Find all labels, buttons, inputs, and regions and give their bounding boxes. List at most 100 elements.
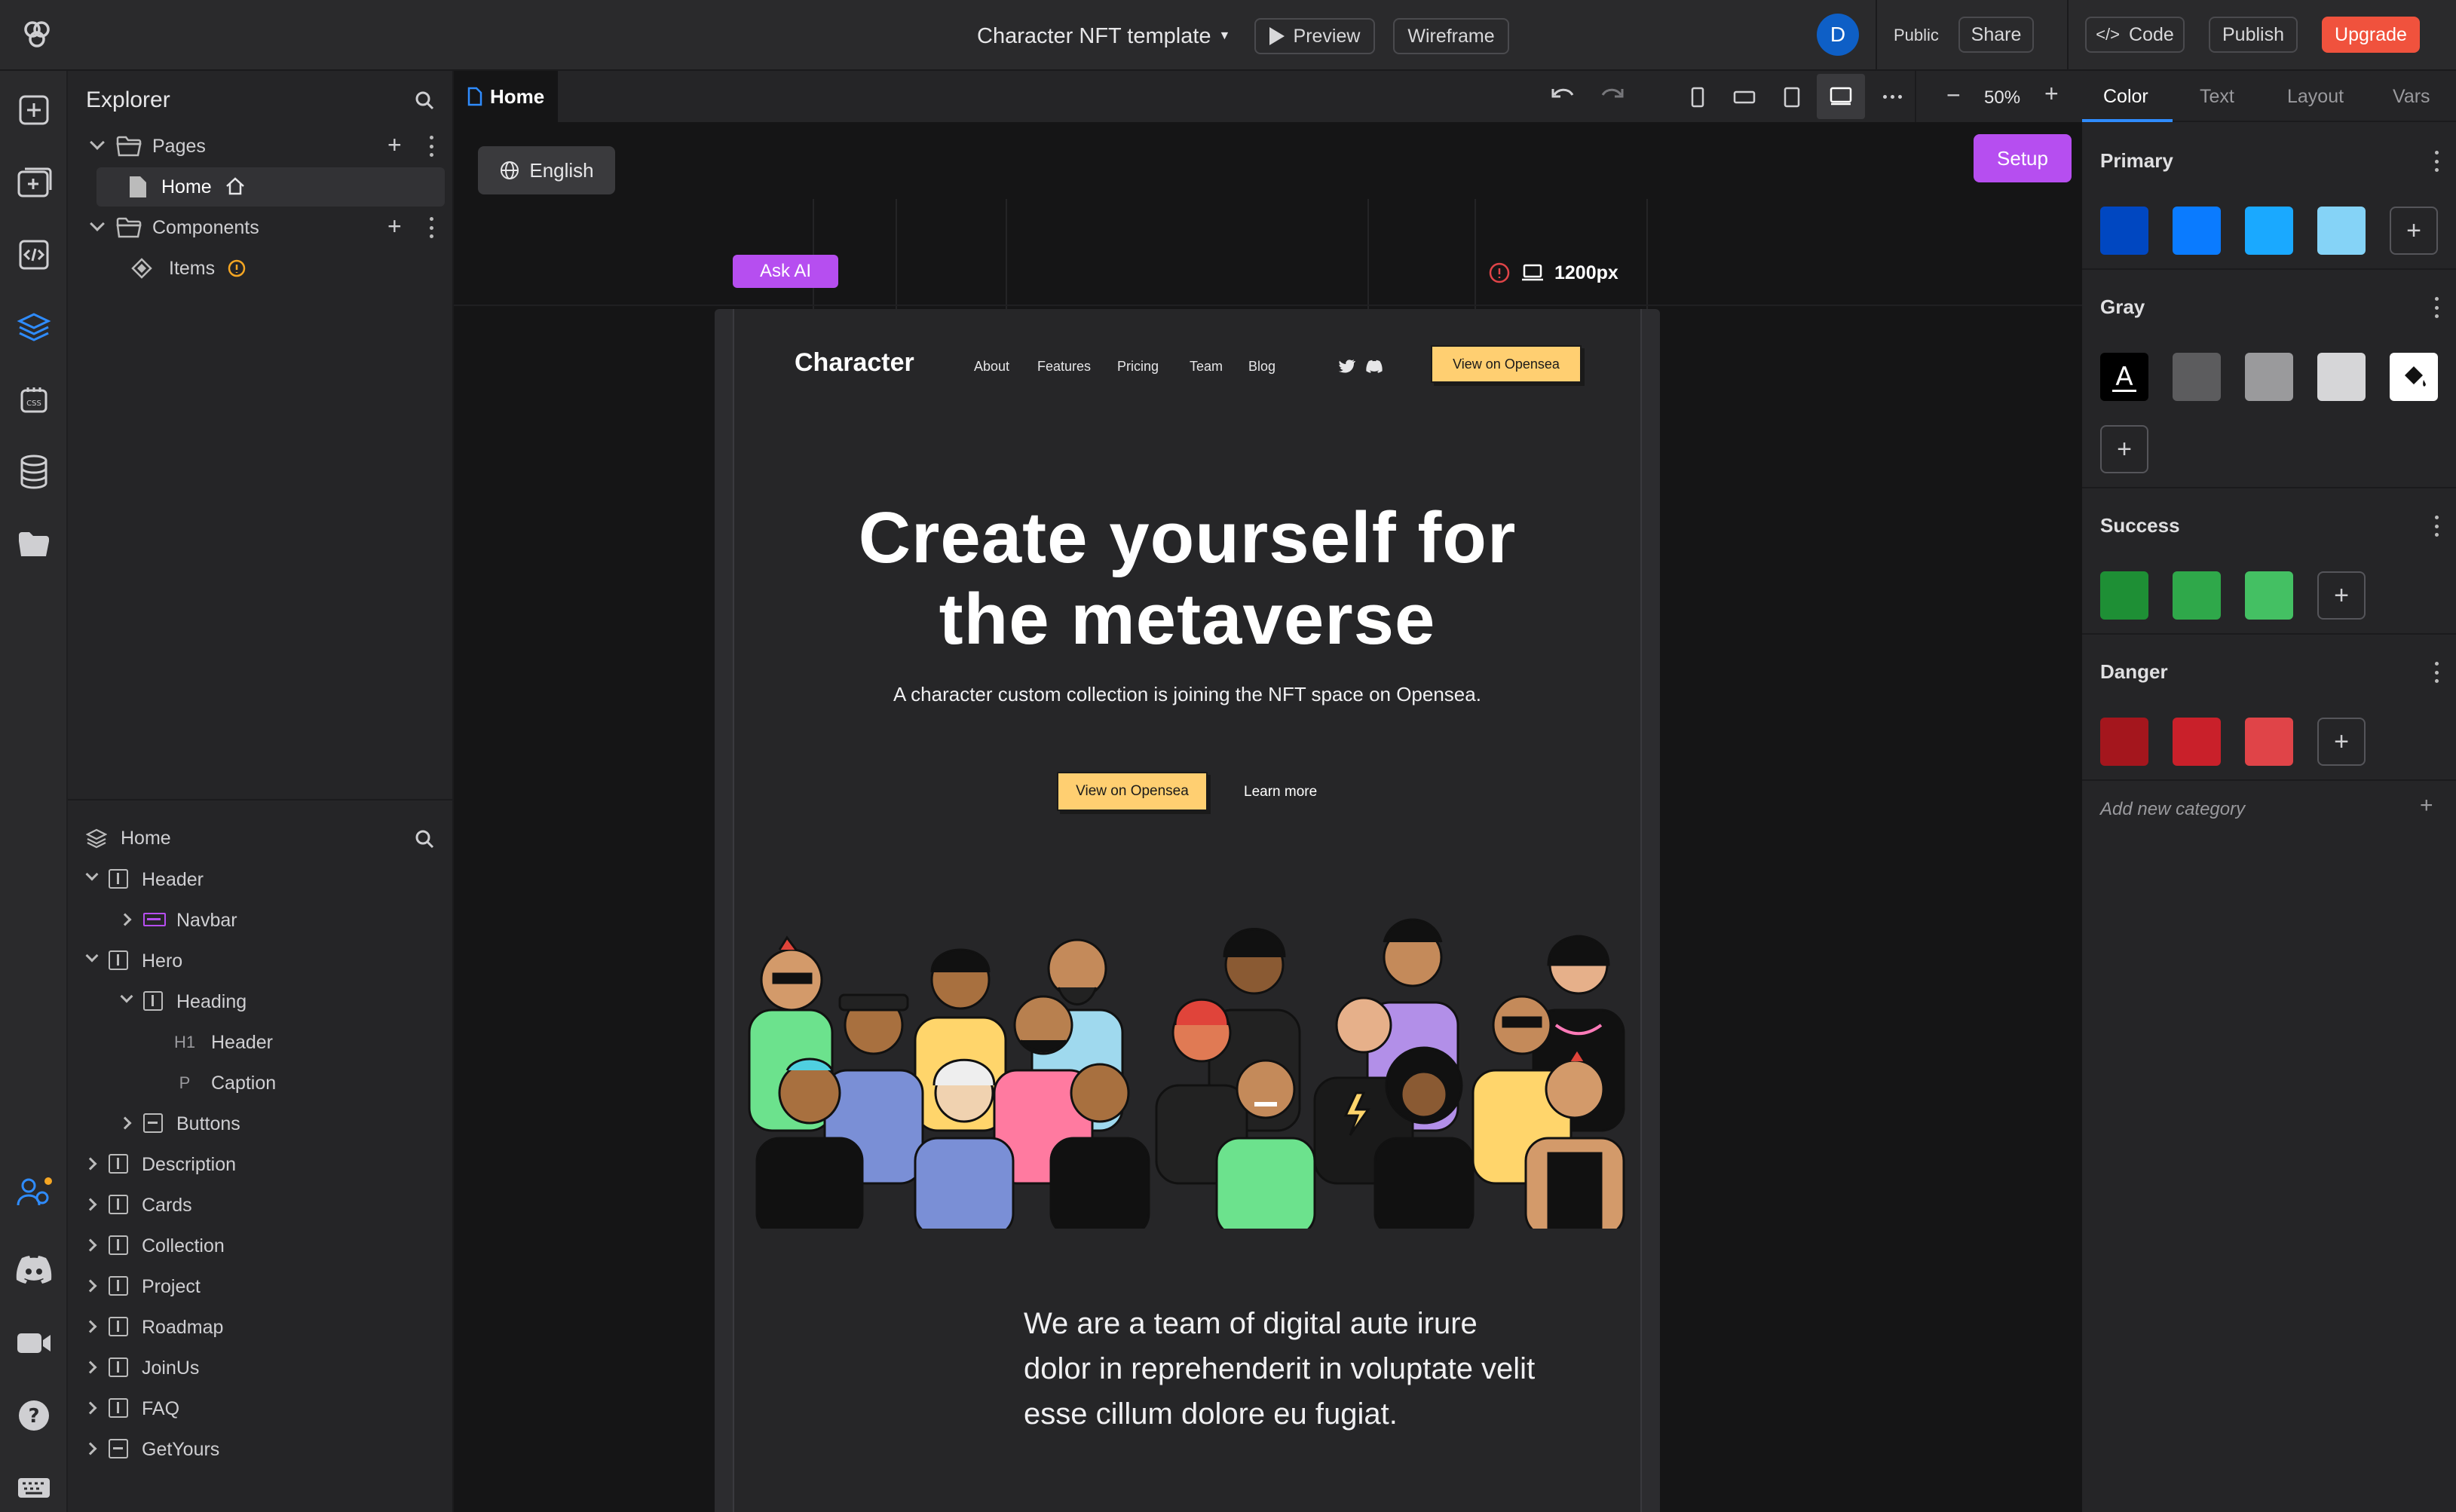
add-gray-color-button[interactable]: + (2100, 425, 2148, 473)
category-danger-menu-icon[interactable] (2433, 662, 2439, 683)
mobile-landscape-view-icon[interactable] (1732, 86, 1756, 109)
video-icon[interactable] (13, 1322, 55, 1364)
layer-row-header[interactable]: Header (68, 859, 454, 898)
desktop-view-icon[interactable] (1817, 74, 1865, 119)
add-element-icon[interactable] (13, 89, 55, 131)
more-options-icon[interactable] (428, 217, 434, 238)
layer-row-collection[interactable]: Collection (68, 1226, 454, 1265)
add-success-color-button[interactable]: + (2317, 571, 2366, 620)
visibility-label[interactable]: Public (1894, 26, 1939, 45)
site-nav-blog[interactable]: Blog (1248, 359, 1275, 375)
swatch-gray-4[interactable] (2317, 353, 2366, 401)
mobile-view-icon[interactable] (1689, 86, 1707, 109)
category-success-menu-icon[interactable] (2433, 516, 2439, 537)
tab-home[interactable]: Home (454, 71, 558, 122)
upgrade-button[interactable]: Upgrade (2322, 17, 2420, 53)
swatch-danger-3[interactable] (2245, 718, 2293, 766)
preview-button[interactable]: Preview (1254, 18, 1375, 54)
chevron-right-icon[interactable] (118, 1116, 132, 1130)
hero-secondary-button[interactable]: Learn more (1244, 784, 1317, 800)
search-icon[interactable] (413, 89, 436, 112)
css-icon[interactable]: CSS (13, 378, 55, 421)
layer-row-hero[interactable]: Hero (68, 941, 454, 980)
share-button[interactable]: Share (1958, 17, 2034, 53)
swatch-success-2[interactable] (2173, 571, 2221, 620)
ask-ai-button[interactable]: Ask AI (733, 255, 838, 288)
folder-icon[interactable] (13, 523, 55, 565)
language-button[interactable]: English (478, 146, 615, 194)
layer-row-roadmap[interactable]: Roadmap (68, 1307, 454, 1346)
zoom-out-button[interactable]: − (1946, 81, 1961, 109)
zoom-in-button[interactable]: + (2044, 80, 2059, 108)
chevron-right-icon[interactable] (84, 1238, 97, 1252)
add-component-plus-icon[interactable]: + (387, 213, 402, 240)
nav-cta-button[interactable]: View on Opensea (1431, 345, 1582, 383)
twitter-icon[interactable] (1339, 359, 1355, 374)
swatch-danger-2[interactable] (2173, 718, 2221, 766)
help-icon[interactable]: ? (13, 1394, 55, 1437)
site-nav-team[interactable]: Team (1190, 359, 1223, 375)
add-primary-color-button[interactable]: + (2390, 207, 2438, 255)
tab-vars[interactable]: Vars (2393, 86, 2430, 108)
chevron-right-icon[interactable] (84, 1442, 97, 1455)
chevron-down-icon[interactable] (120, 990, 133, 1003)
tablet-view-icon[interactable] (1782, 86, 1802, 109)
team-icon[interactable] (13, 1171, 55, 1214)
database-icon[interactable] (13, 451, 55, 493)
undo-icon[interactable] (1550, 84, 1577, 109)
swatch-primary-4[interactable] (2317, 207, 2366, 255)
chevron-right-icon[interactable] (118, 913, 132, 926)
site-nav-pricing[interactable]: Pricing (1117, 359, 1159, 375)
swatch-gray-5[interactable] (2390, 353, 2438, 401)
swatch-gray-3[interactable] (2245, 353, 2293, 401)
add-page-plus-icon[interactable]: + (387, 131, 402, 159)
layers-icon[interactable] (13, 306, 55, 348)
add-category-plus-icon[interactable]: + (2420, 793, 2433, 819)
publish-button[interactable]: Publish (2209, 17, 2298, 53)
site-nav-about[interactable]: About (974, 359, 1009, 375)
category-gray-menu-icon[interactable] (2433, 297, 2439, 318)
layer-row-faq[interactable]: FAQ (68, 1388, 454, 1428)
add-danger-color-button[interactable]: + (2317, 718, 2366, 766)
site-nav-features[interactable]: Features (1037, 359, 1091, 375)
layer-row-navbar[interactable]: Navbar (68, 900, 454, 939)
tab-color[interactable]: Color (2103, 86, 2148, 108)
layer-row-caption[interactable]: P Caption (68, 1063, 454, 1102)
swatch-primary-1[interactable] (2100, 207, 2148, 255)
keyboard-icon[interactable] (13, 1467, 55, 1509)
component-item-items[interactable]: Items (68, 249, 454, 288)
swatch-primary-2[interactable] (2173, 207, 2221, 255)
overflow-icon[interactable] (1883, 89, 1906, 104)
layer-row-description[interactable]: Description (68, 1144, 454, 1183)
swatch-gray-1[interactable]: A (2100, 353, 2148, 401)
layer-row-buttons[interactable]: Buttons (68, 1103, 454, 1143)
chevron-down-icon[interactable] (85, 868, 99, 881)
project-title-dropdown[interactable]: Character NFT template ▼ (977, 21, 1230, 51)
chevron-right-icon[interactable] (84, 1320, 97, 1333)
app-logo-icon[interactable] (20, 18, 54, 53)
add-category-label[interactable]: Add new category (2100, 799, 2245, 820)
redo-icon[interactable] (1598, 84, 1625, 109)
wireframe-button[interactable]: Wireframe (1393, 18, 1509, 54)
layer-row-cards[interactable]: Cards (68, 1185, 454, 1224)
components-folder[interactable]: Components + (68, 208, 454, 247)
layers-search-icon[interactable] (413, 828, 436, 850)
layer-row-project[interactable]: Project (68, 1266, 454, 1305)
chevron-down-icon[interactable] (85, 949, 99, 963)
layer-row-header[interactable]: H1 Header (68, 1022, 454, 1061)
pages-folder[interactable]: Pages + (68, 127, 454, 166)
layer-row-getyours[interactable]: GetYours (68, 1429, 454, 1468)
setup-button[interactable]: Setup (1974, 134, 2072, 182)
category-primary-menu-icon[interactable] (2433, 151, 2439, 172)
chevron-right-icon[interactable] (84, 1279, 97, 1293)
chevron-right-icon[interactable] (84, 1157, 97, 1171)
zoom-level[interactable]: 50% (1984, 87, 2020, 109)
chevron-right-icon[interactable] (84, 1360, 97, 1374)
code-editor-icon[interactable] (13, 234, 55, 276)
chevron-right-icon[interactable] (84, 1401, 97, 1415)
hero-primary-button[interactable]: View on Opensea (1057, 772, 1208, 811)
page-item-home[interactable]: Home (96, 167, 445, 207)
swatch-success-3[interactable] (2245, 571, 2293, 620)
swatch-primary-3[interactable] (2245, 207, 2293, 255)
swatch-success-1[interactable] (2100, 571, 2148, 620)
